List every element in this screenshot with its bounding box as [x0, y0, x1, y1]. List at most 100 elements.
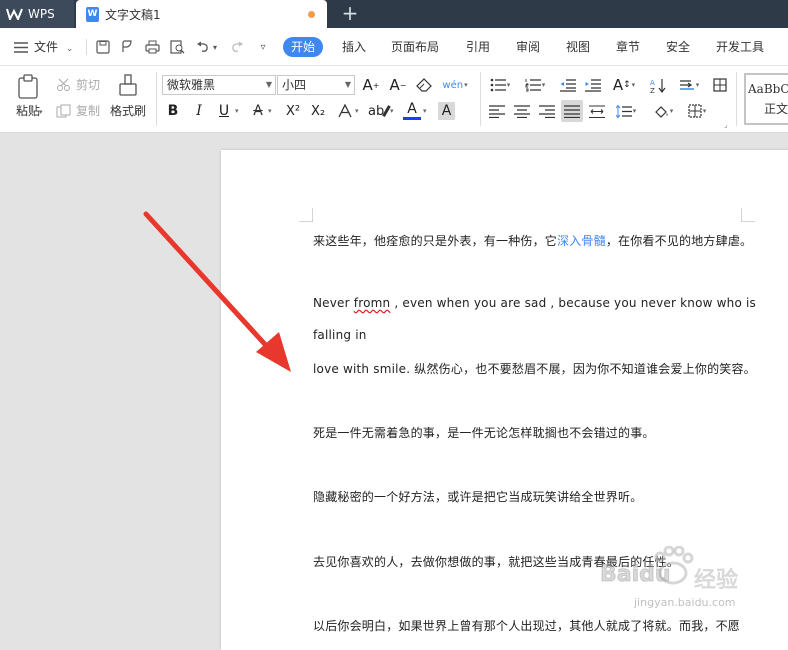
align-left-icon[interactable]	[487, 100, 507, 122]
menu-divider	[86, 39, 87, 55]
copy-button[interactable]: 复制	[56, 102, 100, 119]
shading-fill-icon[interactable]: ▾	[649, 100, 677, 122]
chevron-down-icon: ▼	[265, 80, 272, 89]
cut-button[interactable]: 剪切	[56, 76, 100, 93]
phonetic-guide-icon[interactable]: wén ▾	[442, 74, 468, 96]
tab-view[interactable]: 视图	[566, 37, 590, 57]
paragraph-3[interactable]: 死是一件无需着急的事，是一件无论怎样耽搁也不会错过的事。	[313, 424, 655, 441]
print-icon[interactable]	[143, 38, 161, 56]
chevron-down-icon: ▼	[344, 80, 351, 89]
file-menu[interactable]: 文件 ⌄	[34, 37, 73, 59]
table-grid-icon[interactable]	[710, 74, 730, 96]
tab-bar: WPS W 文字文稿1 +	[0, 0, 788, 28]
underline-dropdown-icon[interactable]: ▾	[235, 107, 239, 115]
unsaved-indicator-icon	[308, 11, 315, 18]
hamburger-menu-icon[interactable]	[12, 38, 30, 56]
hyperlink-text[interactable]: 深入骨髓	[557, 234, 606, 248]
highlight-dropdown-icon[interactable]: ▾	[390, 107, 394, 115]
strikethrough-dropdown-icon[interactable]: ▾	[268, 107, 272, 115]
italic-button[interactable]: I	[189, 100, 209, 122]
font-family-value: 微软雅黑	[167, 78, 216, 92]
align-right-icon[interactable]	[537, 100, 557, 122]
paragraph-text: , even when you are sad , because you ne…	[390, 296, 757, 310]
text-effect-dropdown-icon[interactable]: ▾	[355, 107, 359, 115]
paragraph-text: Never	[313, 296, 354, 310]
tab-page-layout[interactable]: 页面布局	[391, 37, 439, 57]
margin-corner-mark	[299, 208, 313, 222]
show-hide-marks-icon[interactable]: ▾	[675, 74, 703, 96]
bullet-list-icon[interactable]: ▾	[487, 74, 513, 96]
svg-text:Z: Z	[650, 87, 655, 93]
ribbon-home: 粘贴 ▾ 剪切 复制 格式刷 微软雅黑 ▼ 小四 ▼ A + A − wén ▾ B …	[0, 66, 788, 133]
tab-insert[interactable]: 插入	[342, 37, 366, 57]
save-icon[interactable]	[94, 38, 112, 56]
increase-indent-icon[interactable]	[583, 74, 603, 96]
font-color-dropdown-icon[interactable]: ▾	[423, 107, 427, 115]
paste-label: 粘贴	[15, 104, 40, 118]
underline-button[interactable]: U	[214, 100, 234, 122]
char-shading-icon[interactable]: A	[438, 102, 455, 120]
scissors-icon	[57, 78, 70, 91]
distribute-icon[interactable]	[587, 100, 607, 122]
font-size-select[interactable]: 小四 ▼	[277, 75, 355, 95]
highlight-icon[interactable]: ab	[368, 100, 391, 122]
tab-references[interactable]: 引用	[466, 37, 490, 57]
paragraph-settings-launcher-icon[interactable]: ⌟	[724, 120, 728, 129]
text-effect-icon[interactable]	[336, 100, 354, 122]
paragraph-1[interactable]: 来这些年，他痊愈的只是外表，有一种伤，它深入骨髓，在你看不见的地方肆虐。	[313, 232, 752, 249]
superscript-button[interactable]: X²	[282, 100, 304, 122]
tab-developer-tools[interactable]: 开发工具	[716, 37, 764, 57]
change-case-icon[interactable]: A ↕ ▾	[610, 74, 638, 96]
paintbrush-icon	[119, 74, 137, 96]
customize-toolbar-icon[interactable]: ▿	[254, 38, 272, 56]
numbered-list-icon[interactable]: ▾	[522, 74, 548, 96]
borders-icon[interactable]: ▾	[683, 100, 711, 122]
tab-chapter[interactable]: 章节	[616, 37, 640, 57]
paragraph-6[interactable]: 以后你会明白，如果世界上曾有那个人出现过，其他人就成了将就。而我，不愿	[313, 617, 740, 634]
new-tab-button[interactable]: +	[338, 2, 362, 26]
subscript-button[interactable]: X₂	[307, 100, 329, 122]
paragraph-2-line-1[interactable]: Never fromn , even when you are sad , be…	[313, 296, 756, 310]
justify-icon[interactable]	[561, 100, 583, 122]
menu-bar: 文件 ⌄ ▾ ▿ 开始 插入 页面布局 引用 审阅 视图 章节 安全 开发工具	[0, 28, 788, 66]
margin-corner-mark	[741, 208, 755, 222]
grow-font-icon[interactable]: A +	[361, 74, 381, 96]
watermark-brand-cn: 经验	[694, 568, 739, 593]
undo-dropdown-icon[interactable]: ▾	[211, 38, 219, 56]
clear-format-icon[interactable]	[414, 74, 434, 96]
sort-icon[interactable]: AZ	[648, 74, 668, 96]
font-family-select[interactable]: 微软雅黑 ▼	[162, 75, 276, 95]
copy-icon	[56, 104, 71, 117]
chevron-down-icon: ⌄	[65, 44, 74, 54]
paragraph-2-line-2[interactable]: falling in	[313, 328, 367, 342]
watermark-url: jingyan.baidu.com	[634, 596, 736, 609]
tab-review[interactable]: 审阅	[516, 37, 540, 57]
tab-security[interactable]: 安全	[666, 37, 690, 57]
print-preview-icon[interactable]	[168, 38, 186, 56]
paragraph-4[interactable]: 隐藏秘密的一个好方法，或许是把它当成玩笑讲给全世界听。	[313, 488, 642, 505]
tab-home[interactable]: 开始	[283, 37, 324, 57]
line-spacing-icon[interactable]: ▾	[612, 100, 640, 122]
align-center-icon[interactable]	[512, 100, 532, 122]
paragraph-2-line-3[interactable]: love with smile. 纵然伤心，也不要愁眉不展，因为你不知道谁会爱上…	[313, 360, 756, 377]
paste-dropdown-icon[interactable]: ▾	[39, 108, 43, 116]
baidu-jingyan-watermark: Baidu 经验 jingyan.baidu.com	[600, 546, 760, 616]
undo-icon[interactable]	[194, 38, 212, 56]
strikethrough-icon[interactable]: A	[249, 100, 267, 122]
font-size-value: 小四	[282, 78, 307, 92]
ribbon-divider	[480, 72, 481, 126]
document-tab[interactable]: W 文字文稿1	[76, 0, 327, 28]
format-painter-label: 格式刷	[110, 104, 147, 118]
font-color-icon[interactable]: A	[403, 101, 421, 120]
style-normal-tile[interactable]: AaBbCc 正文	[744, 73, 788, 125]
style-preview-text: AaBbCc	[748, 82, 788, 96]
wps-home-tab[interactable]: WPS	[0, 0, 74, 28]
redo-icon[interactable]	[228, 38, 246, 56]
shrink-font-icon[interactable]: A −	[388, 74, 408, 96]
format-painter-button[interactable]: 格式刷	[110, 74, 146, 119]
spelling-error-word[interactable]: fromn	[354, 296, 391, 310]
output-pdf-icon[interactable]	[118, 38, 136, 56]
decrease-indent-icon[interactable]	[558, 74, 578, 96]
bold-button[interactable]: B	[163, 100, 183, 122]
copy-label: 复制	[76, 104, 101, 118]
